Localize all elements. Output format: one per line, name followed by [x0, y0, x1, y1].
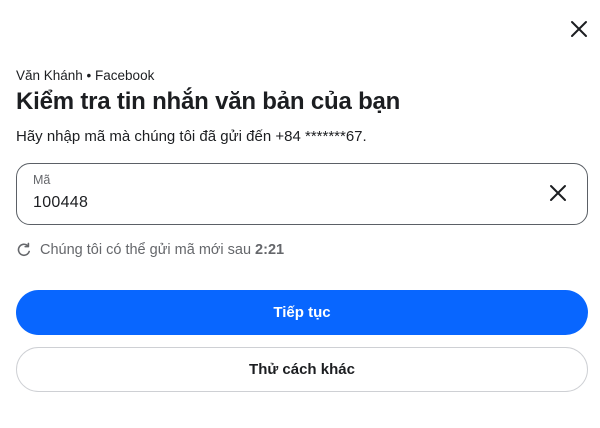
- resend-timer: 2:21: [255, 242, 285, 258]
- resend-text: Chúng tôi có thể gửi mã mới sau: [40, 242, 252, 258]
- verification-dialog: Văn Khánh • Facebook Kiểm tra tin nhắn v…: [0, 0, 600, 428]
- resend-status: Chúng tôi có thể gửi mã mới sau 2:21: [16, 240, 284, 260]
- code-input[interactable]: [33, 194, 513, 212]
- code-field-label: Mã: [33, 173, 51, 187]
- continue-button[interactable]: Tiếp tục: [16, 290, 588, 335]
- clear-icon: [549, 184, 567, 207]
- refresh-icon: [16, 241, 34, 259]
- close-button[interactable]: [562, 14, 596, 48]
- code-field[interactable]: Mã: [16, 163, 588, 225]
- try-another-way-button[interactable]: Thử cách khác: [16, 347, 588, 392]
- page-subtitle: Hãy nhập mã mà chúng tôi đã gửi đến +84 …: [16, 128, 367, 145]
- close-icon: [569, 19, 589, 44]
- account-line: Văn Khánh • Facebook: [16, 68, 155, 83]
- clear-code-button[interactable]: [545, 182, 571, 208]
- page-title: Kiểm tra tin nhắn văn bản của bạn: [16, 88, 401, 115]
